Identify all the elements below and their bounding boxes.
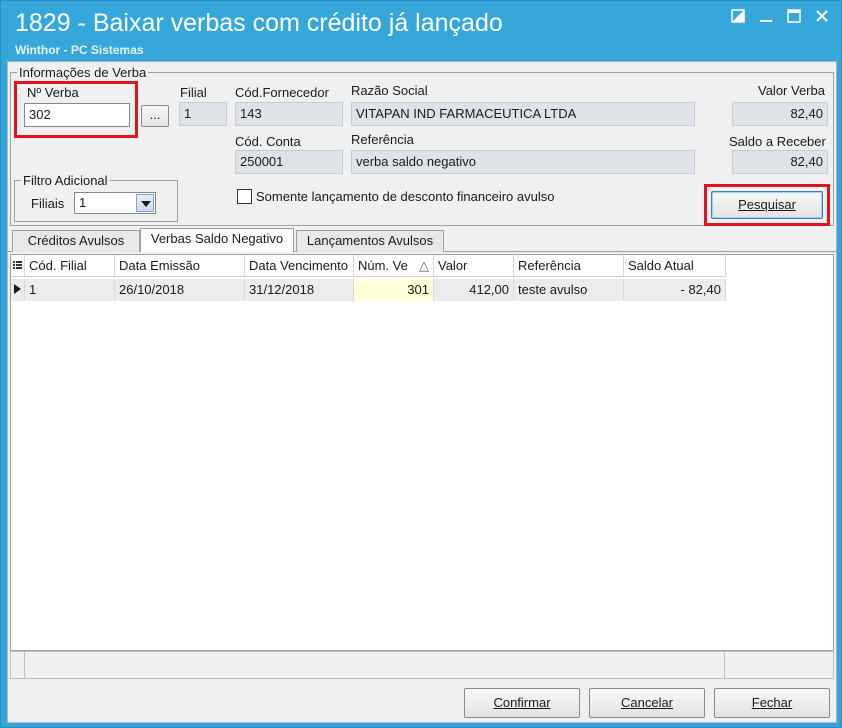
verba-highlight-box [14,81,138,138]
razao-social-field: VITAPAN IND FARMACEUTICA LTDA [351,102,695,126]
column-header-data-emissao[interactable]: Data Emissão [115,255,245,277]
cell-num-verba[interactable]: 301 [354,279,434,301]
search-button-label: Pesquisar [738,197,796,212]
fornecedor-label: Cód.Fornecedor [235,85,329,100]
search-button[interactable]: Pesquisar [711,191,823,219]
cancel-button[interactable]: Cancelar [589,688,705,718]
grid-header: Cód. Filial Data Emissão Data Vencimento… [11,255,831,277]
minimize-icon[interactable] [755,9,777,31]
column-header-referencia[interactable]: Referência [514,255,624,277]
sort-ascending-icon: △ [419,258,429,273]
close-button-label: Fechar [751,695,793,710]
cell-data-vencimento[interactable]: 31/12/2018 [245,279,354,301]
valor-verba-label: Valor Verba [758,83,825,98]
cell-valor[interactable]: 412,00 [434,279,514,301]
app-window: 1829 - Baixar verbas com crédito já lanç… [0,0,842,728]
grid-menu-icon[interactable] [11,255,25,277]
conta-field: 250001 [235,150,343,174]
chevron-down-icon[interactable] [136,194,154,212]
column-header-valor[interactable]: Valor [434,255,514,277]
column-header-data-vencimento[interactable]: Data Vencimento [245,255,354,277]
filiais-selected-value: 1 [79,195,87,210]
info-group-legend: Informações de Verba [17,65,149,80]
cell-data-emissao[interactable]: 26/10/2018 [115,279,245,301]
avulso-checkbox-label: Somente lançamento de desconto financeir… [256,189,555,204]
window-subtitle: Winthor - PC Sistemas [15,43,144,57]
column-header-saldo-atual[interactable]: Saldo Atual [624,255,726,277]
avulso-checkbox[interactable] [237,189,252,204]
browse-verba-button[interactable]: ... [141,105,169,127]
title-bar: 1829 - Baixar verbas com crédito já lanç… [1,1,841,61]
column-header-num-verba[interactable]: Núm. Ve △ [354,255,434,277]
grid-footer-bar [10,651,834,679]
filiais-select[interactable]: 1 [74,192,156,214]
filial-field: 1 [179,102,227,126]
column-header-cod-filial[interactable]: Cód. Filial [25,255,115,277]
saldo-receber-label: Saldo a Receber [729,134,826,149]
window-title: 1829 - Baixar verbas com crédito já lanç… [15,9,503,37]
column-header-num-verba-label: Núm. Ve [358,258,408,273]
referencia-label: Referência [351,132,414,147]
confirm-button[interactable]: Confirmar [464,688,580,718]
saldo-receber-field: 82,40 [732,150,828,174]
tab-lancamentos-avulsos[interactable]: Lançamentos Avulsos [296,230,444,252]
close-button[interactable]: Fechar [714,688,830,718]
filter-group-legend: Filtro Adicional [21,173,110,188]
razao-social-label: Razão Social [351,83,428,98]
cell-cod-filial[interactable]: 1 [25,279,115,301]
confirm-button-label: Confirmar [493,695,551,710]
conta-label: Cód. Conta [235,134,301,149]
client-area: Informações de Verba Nº Verba 302 ... Fi… [7,61,837,723]
cell-referencia[interactable]: teste avulso [514,279,624,301]
close-icon[interactable] [811,9,833,31]
tab-verbas-saldo-negativo[interactable]: Verbas Saldo Negativo [140,228,294,252]
footer-cell [25,652,725,678]
tab-creditos-avulsos[interactable]: Créditos Avulsos [12,230,140,252]
filiais-label: Filiais [31,196,65,211]
restore-icon[interactable] [727,9,749,31]
footer-cell [11,652,25,678]
valor-verba-field: 82,40 [732,102,828,126]
maximize-icon[interactable] [783,9,805,31]
results-grid: Cód. Filial Data Emissão Data Vencimento… [10,254,834,651]
fornecedor-field: 143 [235,102,343,126]
cancel-button-label: Cancelar [620,695,674,710]
filial-label: Filial [180,85,207,100]
cell-saldo-atual[interactable]: - 82,40 [624,279,726,301]
row-indicator-icon [11,279,25,301]
referencia-field: verba saldo negativo [351,150,695,174]
